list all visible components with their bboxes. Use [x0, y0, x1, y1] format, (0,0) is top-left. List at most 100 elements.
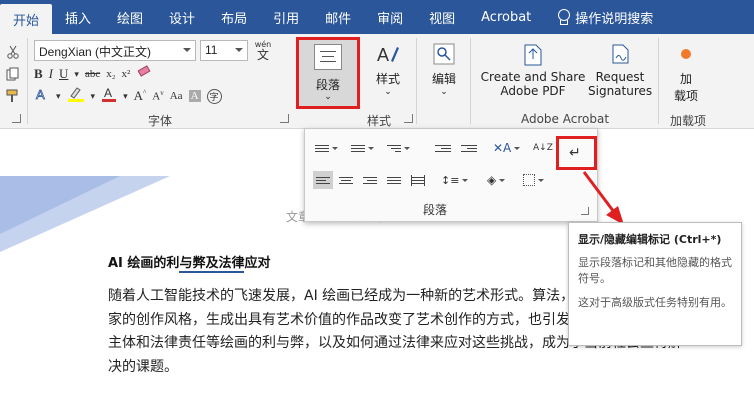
subscript-button[interactable]: x₂ [106, 68, 115, 80]
phonetic-guide-icon[interactable]: wén 文 [252, 38, 274, 62]
group-separator [658, 38, 659, 124]
chevron-down-icon: ⌄ [440, 87, 448, 97]
document-heading[interactable]: AI 绘画的利与弊及法律应对 [108, 252, 270, 273]
asian-layout-button[interactable]: ✕A [493, 139, 521, 157]
chevron-down-icon[interactable]: ▾ [74, 69, 79, 80]
tell-me-search[interactable]: 操作说明搜索 [544, 0, 666, 34]
tab-design[interactable]: 设计 [156, 0, 208, 34]
phonetic-char: 文 [256, 48, 269, 62]
text-effects-icon[interactable]: A [34, 86, 50, 106]
chevron-down-icon[interactable] [404, 146, 410, 150]
styles-icon: A [370, 38, 406, 70]
justify-button[interactable] [387, 171, 401, 189]
clipboard-launcher-icon[interactable] [12, 114, 21, 123]
align-center-icon [339, 175, 353, 186]
create-share-pdf-button[interactable]: Create and Share Adobe PDF [478, 38, 588, 98]
search-icon [428, 38, 460, 70]
superscript-button[interactable]: x² [122, 68, 131, 80]
request-sig-line2: Signatures [588, 84, 653, 98]
tooltip-description: 显示段落标记和其他隐藏的格式符号。 [578, 256, 732, 285]
numbering-button[interactable] [351, 139, 374, 157]
decrease-indent-button[interactable] [435, 139, 451, 157]
sort-icon: A↓Z [533, 143, 553, 153]
pilcrow-icon: ↵ [569, 145, 581, 161]
asian-layout-icon: ✕A [493, 141, 512, 155]
chevron-down-icon[interactable] [332, 146, 338, 150]
addins-group-label: 加载项 [669, 114, 706, 128]
borders-button[interactable] [523, 171, 544, 189]
chevron-down-icon[interactable] [235, 48, 243, 52]
addins-line2: 载项 [673, 89, 698, 103]
tab-home[interactable]: 开始 [0, 4, 53, 34]
signature-icon [588, 38, 652, 70]
tab-mailings[interactable]: 邮件 [312, 0, 364, 34]
align-right-button[interactable] [363, 171, 377, 189]
line-spacing-icon: ↕≡ [441, 173, 460, 187]
italic-button[interactable]: I [49, 66, 53, 82]
tab-draw[interactable]: 绘图 [104, 0, 156, 34]
shading-button[interactable]: ◈ [487, 171, 506, 189]
bold-button[interactable]: B [34, 66, 43, 82]
addins-button[interactable]: 加 载项 [666, 38, 706, 104]
font-size-input[interactable]: 11 [200, 40, 248, 61]
justify-icon [387, 175, 401, 186]
styles-button-label: 样式 [375, 72, 400, 86]
chevron-down-icon[interactable] [538, 178, 544, 182]
styles-launcher-icon[interactable] [404, 114, 413, 123]
font-group-label: 字体 [147, 114, 172, 128]
paragraph-button[interactable]: 段落 ⌄ [296, 37, 360, 109]
increase-indent-button[interactable] [461, 139, 477, 157]
tab-references[interactable]: 引用 [260, 0, 312, 34]
show-hide-highlight[interactable]: ↵ [556, 136, 597, 170]
ribbon: DengXian (中文正文) 11 wén 文 B I U ▾ abc x₂ … [0, 34, 754, 129]
chevron-down-icon[interactable] [514, 146, 521, 150]
align-left-button[interactable] [313, 171, 333, 189]
chevron-down-icon[interactable]: ▾ [91, 91, 96, 102]
increase-indent-icon [461, 143, 477, 154]
chevron-down-icon[interactable]: ▾ [123, 91, 128, 102]
highlight-color-icon[interactable] [67, 86, 85, 106]
enclose-character-icon[interactable]: 字 [206, 88, 222, 104]
addins-line1: 加 [679, 72, 692, 86]
character-shading-icon[interactable]: A [188, 90, 201, 102]
chevron-down-icon[interactable] [368, 146, 374, 150]
grow-font-icon[interactable]: A^ [134, 88, 147, 104]
tab-acrobat[interactable]: Acrobat [468, 0, 544, 34]
multilevel-list-button[interactable] [387, 139, 410, 157]
line-spacing-button[interactable]: ↕≡ [441, 171, 469, 189]
svg-text:A: A [104, 86, 112, 100]
distributed-button[interactable] [411, 171, 425, 189]
font-name-input[interactable]: DengXian (中文正文) [34, 40, 196, 61]
paragraph-button-label: 段落 [315, 78, 340, 92]
bullets-button[interactable] [315, 139, 338, 157]
font-color-icon[interactable]: A [101, 86, 117, 106]
cut-icon[interactable] [4, 44, 22, 60]
align-center-button[interactable] [339, 171, 353, 189]
font-launcher-icon[interactable] [280, 114, 289, 123]
strikethrough-button[interactable]: abc [85, 68, 100, 80]
chevron-down-icon: ⌄ [384, 87, 392, 97]
tab-view[interactable]: 视图 [416, 0, 468, 34]
paragraph-launcher-icon[interactable] [581, 207, 589, 215]
shrink-font-icon[interactable]: Av [152, 89, 163, 103]
underline-button[interactable]: U [59, 66, 68, 82]
copy-icon[interactable] [4, 66, 22, 82]
tab-insert[interactable]: 插入 [52, 0, 104, 34]
request-signatures-button[interactable]: Request Signatures [588, 38, 652, 98]
tab-layout[interactable]: 布局 [208, 0, 260, 34]
align-left-icon [316, 175, 330, 186]
styles-button[interactable]: A 样式 ⌄ [370, 38, 406, 97]
sort-button[interactable]: A↓Z [533, 139, 553, 157]
chevron-down-icon[interactable] [462, 178, 469, 182]
group-separator [470, 38, 471, 124]
editing-button[interactable]: 编辑 ⌄ [428, 38, 460, 97]
tab-review[interactable]: 审阅 [364, 0, 416, 34]
chevron-down-icon[interactable] [499, 178, 506, 182]
chevron-down-icon[interactable] [183, 48, 191, 52]
align-right-icon [363, 175, 377, 186]
format-painter-icon[interactable] [4, 88, 22, 104]
chevron-down-icon[interactable]: ▾ [56, 91, 61, 102]
change-case-icon[interactable]: Aa [170, 90, 183, 102]
eraser-icon[interactable] [136, 65, 152, 83]
font-size-value: 11 [205, 43, 218, 57]
